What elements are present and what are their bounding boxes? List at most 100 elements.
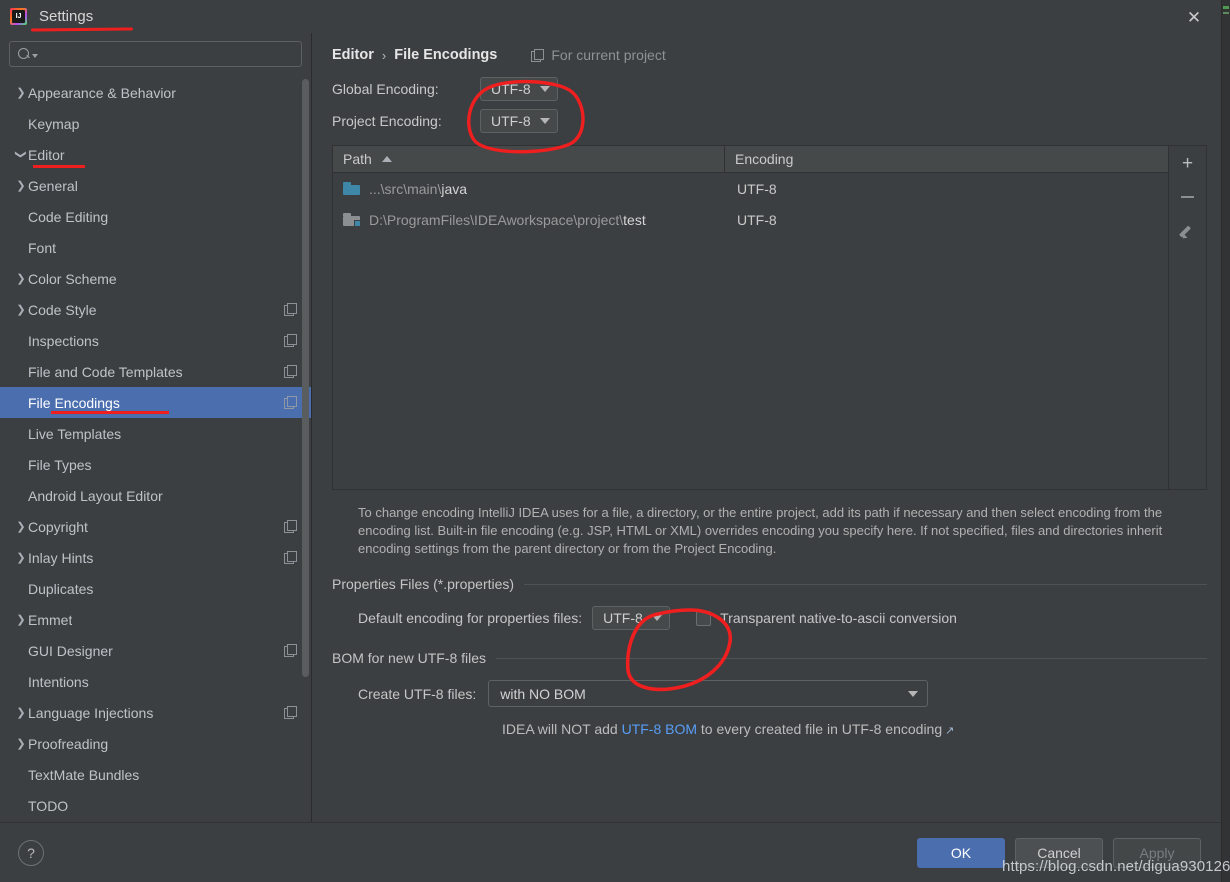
table-row[interactable]: D:\ProgramFiles\IDEAworkspace\project\ te… [333,204,1168,235]
question-mark-icon[interactable]: ? [18,839,44,866]
sidebar-item-file-and-code-templates[interactable]: File and Code Templates [0,356,311,387]
sidebar-item-label: Emmet [28,611,73,628]
sidebar-item-live-templates[interactable]: Live Templates [0,418,311,449]
sidebar-item-font[interactable]: Font [0,232,311,263]
table-cell-path-prefix: ...\src\main\ [369,180,442,197]
sidebar-item-duplicates[interactable]: Duplicates [0,573,311,604]
encodings-table: Path Encoding ...\src\main\ java UTF-8 D:\P… [332,145,1207,490]
sidebar-item-appearance-behavior[interactable]: ❯ Appearance & Behavior [0,77,311,108]
ide-edge-marker-secondary [1223,12,1229,14]
dialog-body: ❯ Appearance & Behavior Keymap ❯ Editor ❯ Gene… [0,33,1221,822]
bom-create-dropdown[interactable]: with NO BOM [488,680,929,707]
annotation-underline-file-encodings [51,411,169,414]
properties-default-encoding-label: Default encoding for properties files: [358,610,583,626]
chevron-right-icon: ❯ [16,707,26,719]
sidebar-item-proofreading[interactable]: ❯ Proofreading [0,728,311,759]
bom-create-row: Create UTF-8 files: with NO BOM [332,680,1207,707]
bom-section: BOM for new UTF-8 files Create UTF-8 fil… [332,650,1207,737]
edit-path-button[interactable] [1175,220,1201,242]
sidebar-item-color-scheme[interactable]: ❯ Color Scheme [0,263,311,294]
sidebar-item-label: Proofreading [28,735,109,752]
sidebar-item-label: File Encodings [28,394,120,411]
settings-main-panel: Editor › File Encodings For current proj… [312,33,1221,822]
sidebar-item-emmet[interactable]: ❯ Emmet [0,604,311,635]
column-header-path[interactable]: Path [333,146,725,172]
sidebar-item-inlay-hints[interactable]: ❯ Inlay Hints [0,542,311,573]
sidebar-item-label: Keymap [28,115,80,132]
settings-dialog: Settings ✕ ❯Appearance & BehaviorKeymap❯… [0,0,1221,882]
search-options-caret-icon[interactable] [32,54,38,58]
sidebar-item-gui-designer[interactable]: GUI Designer [0,635,311,666]
copy-icon [284,396,297,409]
search-input[interactable] [42,45,295,63]
chevron-right-icon: ❯ [16,304,26,316]
sidebar-item-language-injections[interactable]: ❯ Language Injections [0,697,311,728]
bom-create-label: Create UTF-8 files: [358,685,477,702]
sidebar-item-inspections[interactable]: Inspections [0,325,311,356]
global-encoding-dropdown[interactable]: UTF-8 [480,77,558,101]
minus-icon [1181,196,1194,198]
encodings-table-main: Path Encoding ...\src\main\ java UTF-8 D:\P… [333,146,1168,489]
sidebar-item-todo[interactable]: TODO [0,790,311,821]
transparent-conversion-label: Transparent native-to-ascii conversion [720,610,957,626]
sidebar-item-code-editing[interactable]: Code Editing [0,201,311,232]
breadcrumb-parent[interactable]: Editor [332,47,374,63]
table-cell-encoding[interactable]: UTF-8 [725,181,777,197]
table-row[interactable]: ...\src\main\ java UTF-8 [333,173,1168,204]
project-encoding-label: Project Encoding: [332,113,442,129]
sidebar-scrollbar[interactable] [302,79,309,677]
section-divider [524,583,1207,585]
table-cell-path: ...\src\main\ java [333,181,725,197]
table-cell-path-name: java [441,180,468,197]
close-icon[interactable]: ✕ [1179,6,1209,28]
chevron-right-icon: ❯ [16,552,26,564]
copy-icon [284,644,297,657]
intellij-idea-icon [10,8,27,25]
add-path-button[interactable]: + [1175,152,1201,174]
annotation-underline-editor [33,165,85,168]
sidebar-item-label: Font [28,239,57,256]
global-encoding-row: Global Encoding: UTF-8 [332,75,1207,103]
sidebar-item-textmate-bundles[interactable]: TextMate Bundles [0,759,311,790]
sidebar-item-file-encodings[interactable]: File Encodings [0,387,311,418]
copy-icon [284,365,297,378]
chevron-right-icon: ❯ [16,180,26,192]
module-folder-icon [343,213,361,227]
chevron-right-icon: ❯ [16,273,26,285]
table-cell-path-prefix: D:\ProgramFiles\IDEAworkspace\project\ [369,211,624,228]
chevron-down-icon [908,690,919,697]
column-header-encoding[interactable]: Encoding [725,146,803,172]
table-cell-encoding[interactable]: UTF-8 [725,212,777,228]
sidebar-item-keymap[interactable]: Keymap [0,108,311,139]
transparent-conversion-checkbox[interactable] [696,610,712,626]
sidebar-item-label: TODO [28,797,69,814]
search-box[interactable] [9,41,302,67]
sidebar-item-copyright[interactable]: ❯ Copyright [0,511,311,542]
properties-files-section: Properties Files (*.properties) Default … [332,576,1207,630]
folder-icon [343,182,360,195]
remove-path-button[interactable] [1175,186,1201,208]
sidebar-item-label: Color Scheme [28,270,117,287]
bom-note-link[interactable]: UTF-8 BOM [622,721,697,737]
external-link-icon[interactable]: ↗ [945,725,954,737]
transparent-conversion-checkbox-wrap[interactable]: Transparent native-to-ascii conversion [696,610,957,626]
sidebar-item-label: Language Injections [28,704,154,721]
pencil-icon [1180,224,1195,239]
sidebar-item-code-style[interactable]: ❯ Code Style [0,294,311,325]
project-encoding-value: UTF-8 [491,113,531,129]
properties-default-encoding-dropdown[interactable]: UTF-8 [592,606,671,630]
sort-ascending-icon [381,156,392,162]
ok-button[interactable]: OK [917,837,1005,868]
search-icon [18,47,31,61]
sidebar-item-intentions[interactable]: Intentions [0,666,311,697]
sidebar-item-editor[interactable]: ❯ Editor [0,139,311,170]
sidebar-item-android-layout-editor[interactable]: Android Layout Editor [0,480,311,511]
sidebar-item-general[interactable]: ❯ General [0,170,311,201]
breadcrumb: Editor › File Encodings For current proj… [332,33,1207,71]
sidebar-item-file-types[interactable]: File Types [0,449,311,480]
project-encoding-dropdown[interactable]: UTF-8 [480,109,558,133]
project-encoding-row: Project Encoding: UTF-8 [332,107,1207,135]
sidebar-item-label: Live Templates [28,425,122,442]
chevron-down-icon [540,86,550,92]
chevron-right-icon: ❯ [16,614,26,626]
